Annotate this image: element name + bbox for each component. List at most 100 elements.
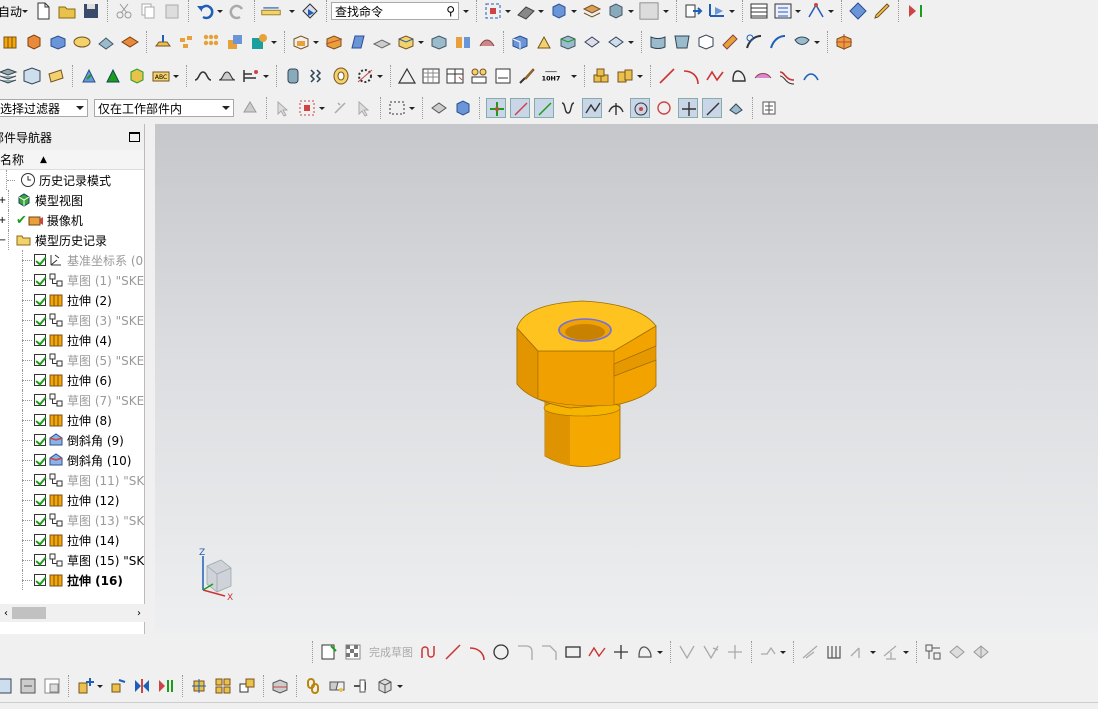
tree-item[interactable]: 拉伸 (14) <box>0 530 144 550</box>
chevron-down-icon[interactable] <box>271 32 277 52</box>
diamond-icon[interactable] <box>848 1 868 21</box>
assembly-sequence-icon[interactable] <box>42 676 62 696</box>
replace-component-icon[interactable] <box>237 676 257 696</box>
spline-icon[interactable] <box>705 66 725 86</box>
tree-item[interactable]: + 模型视图 <box>0 190 144 210</box>
feature-checkbox[interactable] <box>34 414 46 426</box>
face-blend-icon[interactable] <box>396 32 416 52</box>
visible-check-icon[interactable]: ✔ <box>16 213 27 228</box>
pattern-curve-icon[interactable] <box>824 642 844 662</box>
offset-face-icon[interactable] <box>153 32 173 52</box>
snap-quadrant-icon[interactable] <box>654 98 674 118</box>
chevron-down-icon[interactable] <box>217 1 224 21</box>
chevron-down-icon[interactable] <box>657 642 663 662</box>
assembly-navigator-icon[interactable] <box>0 676 14 696</box>
tree-item[interactable]: 草图 (15) "SKI <box>0 550 144 570</box>
cut-icon[interactable] <box>114 1 134 21</box>
view-section-icon[interactable] <box>606 1 626 21</box>
chevron-down-icon[interactable] <box>418 32 424 52</box>
snap-line-icon[interactable] <box>510 98 530 118</box>
tree-item[interactable]: 拉伸 (4) <box>0 330 144 350</box>
chevron-down-icon[interactable] <box>795 1 802 21</box>
box-icon[interactable] <box>48 32 68 52</box>
feature-checkbox[interactable] <box>34 314 46 326</box>
mirror-assembly-icon[interactable] <box>132 676 152 696</box>
toolbar-partial-label[interactable]: 自动 <box>0 3 22 20</box>
sketch-fillet-icon[interactable] <box>515 642 535 662</box>
snap-existing-point-icon[interactable] <box>702 98 722 118</box>
link-icon[interactable] <box>303 676 323 696</box>
brush-icon[interactable] <box>517 66 537 86</box>
feature-checkbox[interactable] <box>34 554 46 566</box>
scroll-thumb[interactable] <box>12 607 46 619</box>
select-chain-icon[interactable] <box>330 98 350 118</box>
dimension-icon[interactable] <box>881 642 901 662</box>
expand-icon[interactable]: + <box>0 195 6 206</box>
wcs-icon[interactable] <box>707 1 727 21</box>
sketch-point-icon[interactable] <box>611 642 631 662</box>
feature-checkbox[interactable] <box>34 574 46 586</box>
tree-item[interactable]: − 模型历史记录 <box>0 230 144 250</box>
assembly-constraints-icon[interactable] <box>156 676 176 696</box>
chevron-down-icon[interactable] <box>870 642 876 662</box>
sort-ascending-icon[interactable]: ▲ <box>40 155 47 165</box>
new-file-icon[interactable] <box>33 1 53 21</box>
command-search-input[interactable]: 查找命令 ⚲ <box>331 2 460 20</box>
feature-checkbox[interactable] <box>34 434 46 446</box>
tree-item[interactable]: 拉伸 (2) <box>0 290 144 310</box>
snap-tangent-icon[interactable] <box>606 98 626 118</box>
subtract-icon[interactable] <box>249 32 269 52</box>
chevron-down-icon[interactable] <box>903 642 909 662</box>
tree-item[interactable]: 拉伸 (6) <box>0 370 144 390</box>
feature-checkbox[interactable] <box>34 494 46 506</box>
assembly-clearance-icon[interactable] <box>351 676 371 696</box>
chevron-down-icon[interactable] <box>377 66 383 86</box>
snap-point-on-curve-icon[interactable] <box>678 98 698 118</box>
chevron-down-icon[interactable] <box>463 1 470 21</box>
interference-check-icon[interactable] <box>327 676 347 696</box>
sketch-rectangle-icon[interactable] <box>563 642 583 662</box>
copy-icon[interactable] <box>138 1 158 21</box>
open-folder-icon[interactable] <box>57 1 77 21</box>
ruled-surface-icon[interactable] <box>648 32 668 52</box>
offset-surface-icon[interactable] <box>477 32 497 52</box>
gear-icon[interactable] <box>355 66 375 86</box>
snap-intersection-icon[interactable] <box>582 98 602 118</box>
box-select-icon[interactable] <box>387 98 407 118</box>
tree-item[interactable]: 历史记录模式 <box>0 170 144 190</box>
pattern-feature-icon[interactable] <box>177 32 197 52</box>
tree-item[interactable]: 倒斜角 (9) <box>0 430 144 450</box>
quick-extend-icon[interactable] <box>701 642 721 662</box>
background-color-icon[interactable] <box>639 1 661 21</box>
feature-checkbox[interactable] <box>34 454 46 466</box>
assembly-explode-icon[interactable] <box>18 676 38 696</box>
replace-face-icon[interactable] <box>510 32 530 52</box>
spring-icon[interactable] <box>307 66 327 86</box>
tree-item[interactable]: 草图 (13) "SKI <box>0 510 144 530</box>
component-array-icon[interactable] <box>213 676 233 696</box>
chevron-down-icon[interactable] <box>538 1 545 21</box>
chevron-down-icon[interactable] <box>173 66 179 86</box>
type-filter-select[interactable]: 选择过滤器 <box>0 99 88 117</box>
pull-face-icon[interactable] <box>582 32 602 52</box>
unite-icon[interactable] <box>225 32 245 52</box>
navigator-horizontal-scrollbar[interactable]: ‹ › <box>0 604 145 622</box>
chevron-down-icon[interactable] <box>409 98 415 118</box>
feature-checkbox[interactable] <box>34 334 46 346</box>
tree-item[interactable]: 草图 (5) "SKE <box>0 350 144 370</box>
through-curve-mesh-icon[interactable] <box>696 32 716 52</box>
studio-surface-icon[interactable] <box>720 32 740 52</box>
feature-checkbox[interactable] <box>34 274 46 286</box>
snap-icon[interactable] <box>806 1 826 21</box>
n-sided-surface-icon[interactable] <box>792 32 812 52</box>
move-object-icon[interactable] <box>683 1 703 21</box>
measure-distance-icon[interactable] <box>261 1 287 21</box>
quick-trim-icon[interactable] <box>677 642 697 662</box>
weld-point-icon[interactable] <box>375 676 395 696</box>
chevron-down-icon[interactable] <box>628 32 634 52</box>
bridge-surface-icon[interactable] <box>768 32 788 52</box>
wcs-triad[interactable]: Z X <box>191 548 251 608</box>
expand-icon[interactable]: + <box>0 215 6 226</box>
closed-curve-icon[interactable] <box>729 66 749 86</box>
assembly-constraint-icon[interactable] <box>103 66 123 86</box>
